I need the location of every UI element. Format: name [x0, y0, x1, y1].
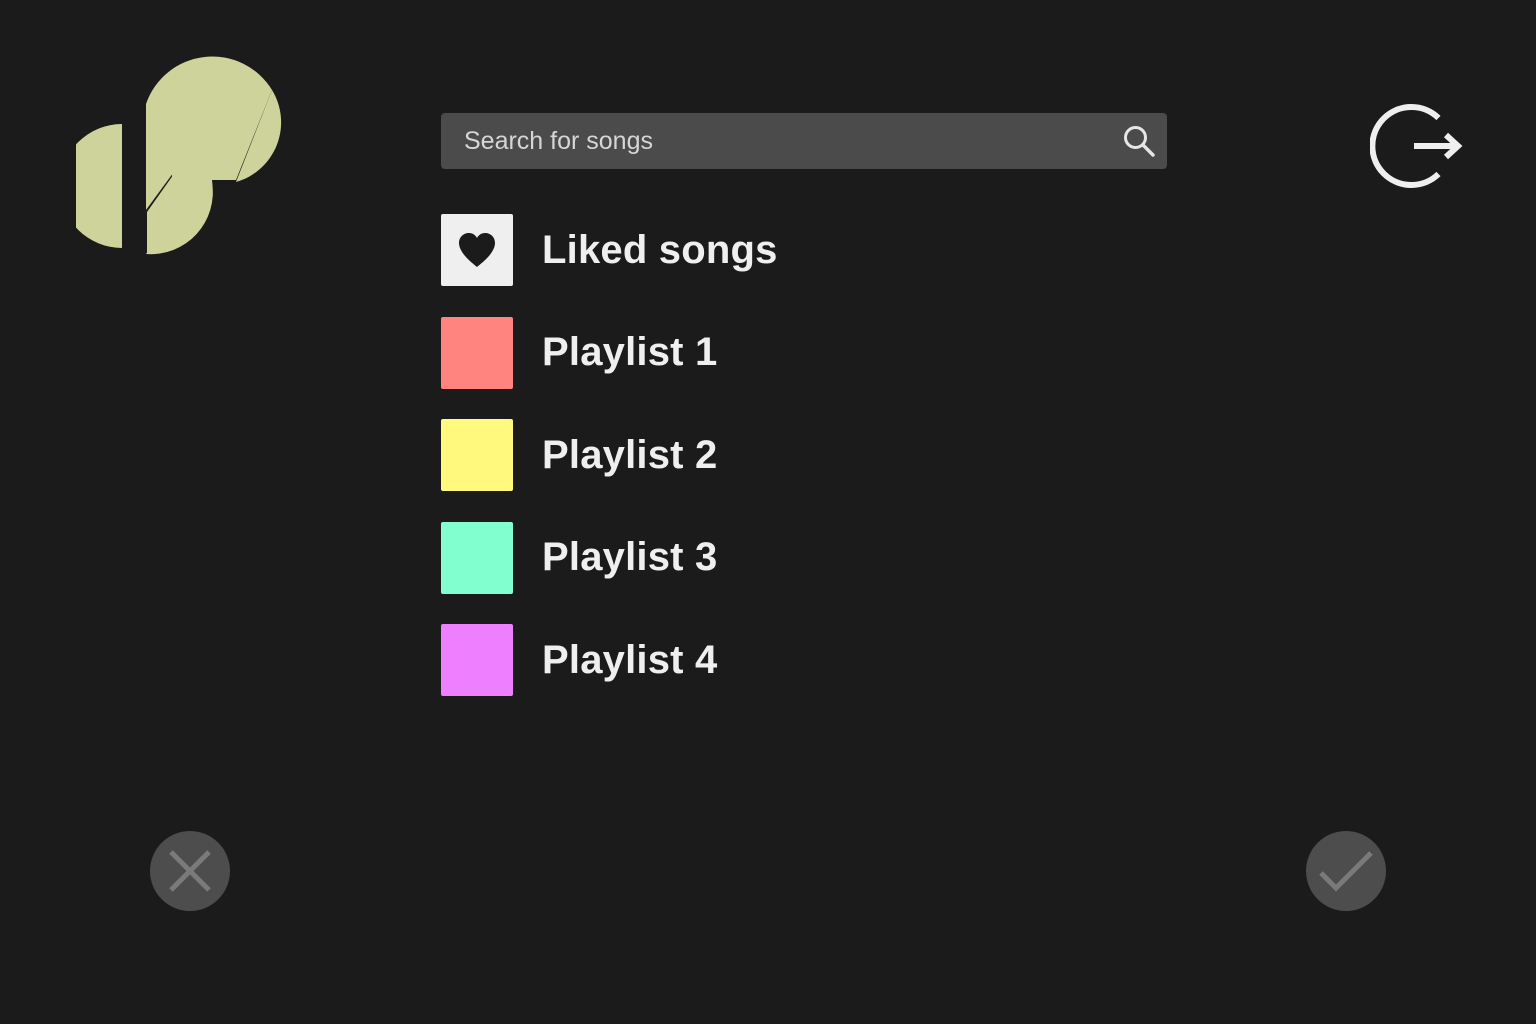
app-screen: Liked songs Playlist 1 Playlist 2 Playli… [0, 0, 1536, 1024]
search-icon [1124, 126, 1155, 157]
playlist-item-liked-songs[interactable]: Liked songs [441, 214, 1141, 286]
logout-icon [1370, 104, 1463, 188]
playlist-thumbnail [441, 214, 513, 286]
logout-button[interactable] [1370, 100, 1466, 192]
playlist-item-2[interactable]: Playlist 2 [441, 419, 1141, 491]
playlist-list: Liked songs Playlist 1 Playlist 2 Playli… [441, 214, 1141, 727]
heart-icon [459, 233, 495, 267]
playlist-color-swatch [441, 419, 513, 491]
playlist-item-3[interactable]: Playlist 3 [441, 521, 1141, 594]
search-button[interactable] [1111, 113, 1167, 169]
app-logo [60, 50, 282, 256]
playlist-label: Playlist 1 [542, 330, 718, 374]
stylized-music-note-logo-icon [60, 56, 282, 255]
playlist-color-swatch [441, 624, 513, 696]
close-icon [169, 850, 211, 892]
cancel-button[interactable] [150, 831, 230, 911]
playlist-label: Playlist 2 [542, 432, 718, 477]
search-input[interactable] [441, 113, 1111, 169]
playlist-label: Liked songs [542, 227, 778, 272]
playlist-label: Playlist 4 [542, 637, 718, 682]
playlist-color-swatch [441, 521, 513, 594]
playlist-item-4[interactable]: Playlist 4 [441, 624, 1141, 696]
playlist-label: Playlist 3 [542, 535, 718, 579]
playlist-color-swatch [441, 316, 513, 389]
playlist-item-1[interactable]: Playlist 1 [441, 316, 1141, 389]
confirm-button[interactable] [1306, 831, 1386, 911]
search-bar [441, 113, 1167, 169]
checkmark-icon [1319, 851, 1373, 892]
